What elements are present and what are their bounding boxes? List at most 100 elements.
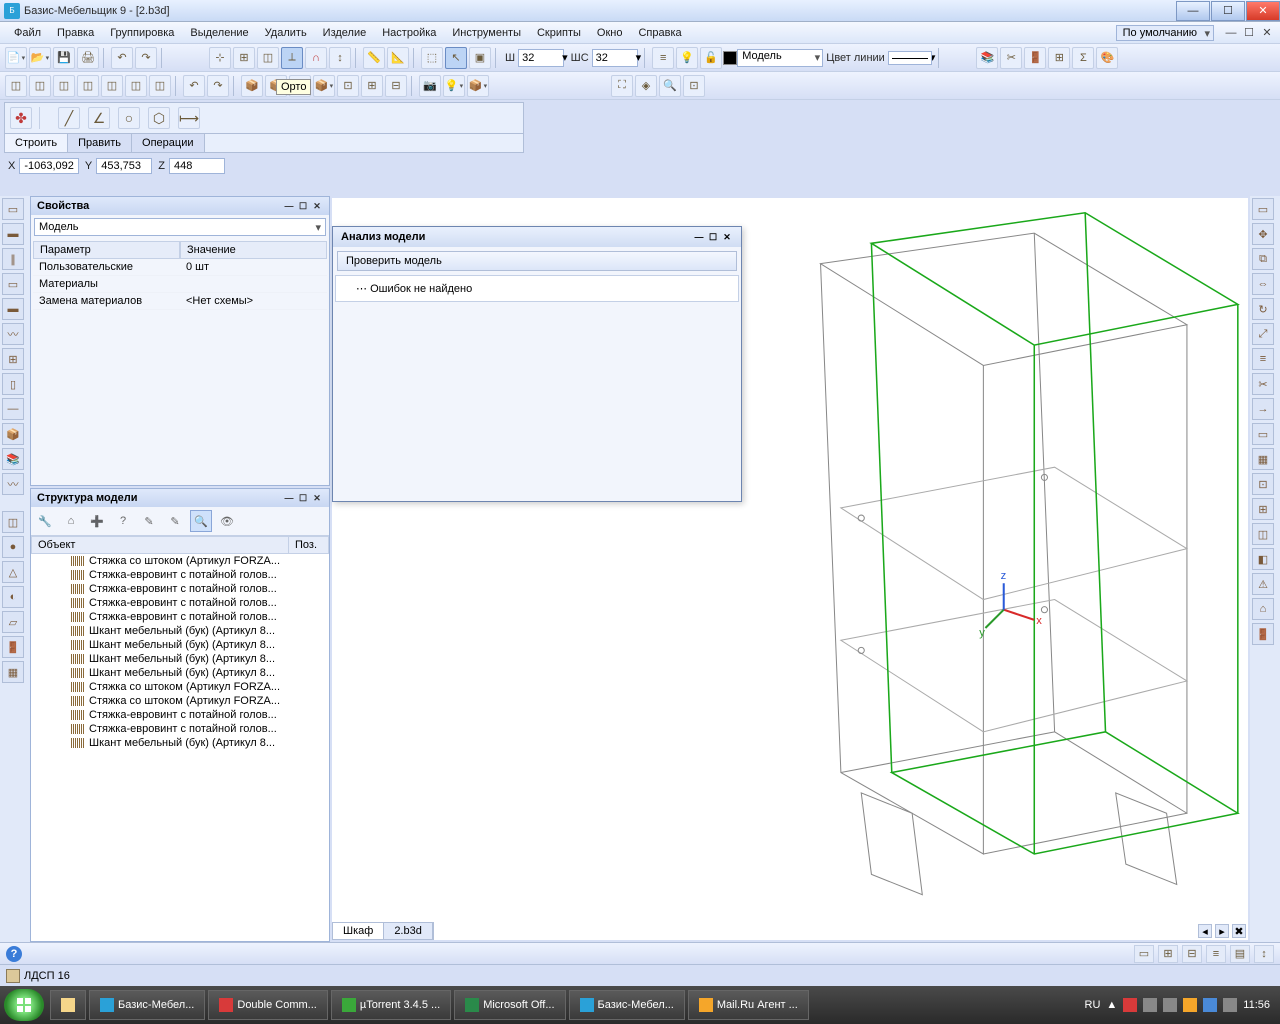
linestyle-combo[interactable] [888, 51, 932, 65]
camera-button[interactable]: 📷 [419, 75, 441, 97]
taskbar-item[interactable]: Mail.Ru Агент ... [688, 990, 809, 1020]
menu-tools[interactable]: Инструменты [444, 24, 529, 42]
status-btn-2[interactable]: ⊞ [1158, 945, 1178, 963]
minimize-button[interactable]: — [1176, 1, 1210, 21]
properties-selector[interactable]: Модель [34, 218, 326, 236]
draw-line-icon[interactable]: ╱ [58, 107, 80, 129]
parts-button[interactable]: 🚪 [1024, 47, 1046, 69]
struct-help-icon[interactable]: ? [112, 510, 134, 532]
left-panel-icon[interactable]: ▭ [2, 198, 24, 220]
analysis-close-button[interactable]: ✕ [721, 231, 733, 243]
right-join-icon[interactable]: ⊞ [1252, 498, 1274, 520]
props-row-param[interactable]: Материалы [33, 276, 180, 293]
left-block-icon[interactable]: ▭ [2, 273, 24, 295]
menu-window[interactable]: Окно [589, 24, 631, 42]
draw-angle-icon[interactable]: ∠ [88, 107, 110, 129]
right-group-icon[interactable]: ◫ [1252, 523, 1274, 545]
wc-input[interactable] [592, 49, 638, 67]
props-row-param[interactable]: Пользовательские [33, 259, 180, 276]
color-palette-button[interactable]: 🎨 [1096, 47, 1118, 69]
model-combo[interactable]: Модель [737, 49, 823, 67]
left-vertical-icon[interactable]: ▯ [2, 373, 24, 395]
right-move-icon[interactable]: ✥ [1252, 223, 1274, 245]
view-front-button[interactable]: ◫ [29, 75, 51, 97]
view-iso-button[interactable]: ◫ [5, 75, 27, 97]
analysis-max-button[interactable]: ☐ [707, 231, 719, 243]
right-scale-icon[interactable]: ⤢ [1252, 323, 1274, 345]
props-row-param[interactable]: Замена материалов [33, 293, 180, 310]
list-item[interactable]: Стяжка-евровинт с потайной голов... [31, 596, 329, 610]
lock-button[interactable]: 🔓 [700, 47, 722, 69]
y-value[interactable]: 453,753 [96, 158, 152, 174]
zoom-out-button[interactable]: ⊡ [683, 75, 705, 97]
tab-edit[interactable]: Править [68, 134, 132, 152]
bulb-button[interactable]: 💡 [676, 47, 698, 69]
left-sheet-icon[interactable]: ⊞ [2, 348, 24, 370]
right-extend-icon[interactable]: → [1252, 398, 1274, 420]
list-item[interactable]: Шкант мебельный (бук) (Артикул 8... [31, 736, 329, 750]
analysis-min-button[interactable]: — [693, 231, 705, 243]
list-item[interactable]: Шкант мебельный (бук) (Артикул 8... [31, 666, 329, 680]
cut-button[interactable]: ✂ [1000, 47, 1022, 69]
snap-mid-button[interactable]: ◫ [257, 47, 279, 69]
fit-sel-button[interactable]: ◈ [635, 75, 657, 97]
shade-button[interactable]: ⊞ [361, 75, 383, 97]
right-panel-icon[interactable]: ▭ [1252, 198, 1274, 220]
list-item[interactable]: Стяжка со штоком (Артикул FORZA... [31, 680, 329, 694]
right-mirror-icon[interactable]: ⇔ [1252, 273, 1274, 295]
left-board-icon[interactable]: ▬ [2, 223, 24, 245]
left-minus-icon[interactable]: — [2, 398, 24, 420]
wire-button[interactable]: ⊡ [337, 75, 359, 97]
close-button[interactable]: ✕ [1246, 1, 1280, 21]
view-side-button[interactable]: ◫ [53, 75, 75, 97]
left-material-icon[interactable]: 〰 [2, 323, 24, 345]
nav-menu-button[interactable]: ✖ [1232, 924, 1246, 938]
tray-time[interactable]: 11:56 [1243, 999, 1270, 1011]
status-btn-3[interactable]: ⊟ [1182, 945, 1202, 963]
right-trim-icon[interactable]: ✂ [1252, 373, 1274, 395]
menu-help[interactable]: Справка [630, 24, 689, 42]
right-dup-icon[interactable]: ▭ [1252, 423, 1274, 445]
nav-next-button[interactable]: ▸ [1215, 924, 1229, 938]
left-sphere-icon[interactable]: ● [2, 536, 24, 558]
fit-all-button[interactable]: ⛶ [611, 75, 633, 97]
z-value[interactable]: 448 [169, 158, 225, 174]
mdi-minimize-button[interactable]: — [1224, 26, 1238, 40]
box4-button[interactable]: 📦 [313, 75, 335, 97]
tray-ati-icon[interactable] [1123, 998, 1137, 1012]
mdi-close-button[interactable]: ✕ [1260, 26, 1274, 40]
list-item[interactable]: Стяжка со штоком (Артикул FORZA... [31, 554, 329, 568]
left-profile-icon[interactable]: ∥ [2, 248, 24, 270]
list-item[interactable]: Стяжка-евровинт с потайной голов... [31, 708, 329, 722]
right-array-icon[interactable]: ▦ [1252, 448, 1274, 470]
struct-delete-icon[interactable]: ✎ [164, 510, 186, 532]
menu-settings[interactable]: Настройка [374, 24, 444, 42]
tray-vol-icon[interactable] [1143, 998, 1157, 1012]
right-align-icon[interactable]: ≡ [1252, 348, 1274, 370]
rotate-right-button[interactable]: ↷ [207, 75, 229, 97]
left-wall-icon[interactable]: ▦ [2, 661, 24, 683]
menu-scripts[interactable]: Скрипты [529, 24, 589, 42]
width-input[interactable] [518, 49, 564, 67]
left-edge-icon[interactable]: ▬ [2, 298, 24, 320]
view-top-button[interactable]: ◫ [77, 75, 99, 97]
rotate-left-button[interactable]: ↶ [183, 75, 205, 97]
props-row-value[interactable]: <Нет схемы> [180, 293, 327, 310]
select-button[interactable]: ⬚ [421, 47, 443, 69]
ortho-button[interactable]: ⟂ [281, 47, 303, 69]
axis-button[interactable]: ↕ [329, 47, 351, 69]
right-detach-icon[interactable]: ⊡ [1252, 473, 1274, 495]
nav-prev-button[interactable]: ◂ [1198, 924, 1212, 938]
taskbar-item[interactable]: Базис-Мебел... [89, 990, 205, 1020]
analysis-dialog[interactable]: Анализ модели — ☐ ✕ Проверить модель ⋯ О… [332, 226, 742, 502]
color-swatch[interactable] [723, 51, 737, 65]
undo-button[interactable]: ↶ [111, 47, 133, 69]
menu-group[interactable]: Группировка [102, 24, 182, 42]
list-item[interactable]: Стяжка-евровинт с потайной голов... [31, 582, 329, 596]
properties-pin-button[interactable]: ☐ [297, 200, 309, 212]
draw-hex-icon[interactable]: ⬡ [148, 107, 170, 129]
properties-dash-button[interactable]: — [283, 200, 295, 212]
status-btn-1[interactable]: ▭ [1134, 945, 1154, 963]
start-button[interactable] [4, 989, 44, 1021]
measure-button[interactable]: 📏 [363, 47, 385, 69]
